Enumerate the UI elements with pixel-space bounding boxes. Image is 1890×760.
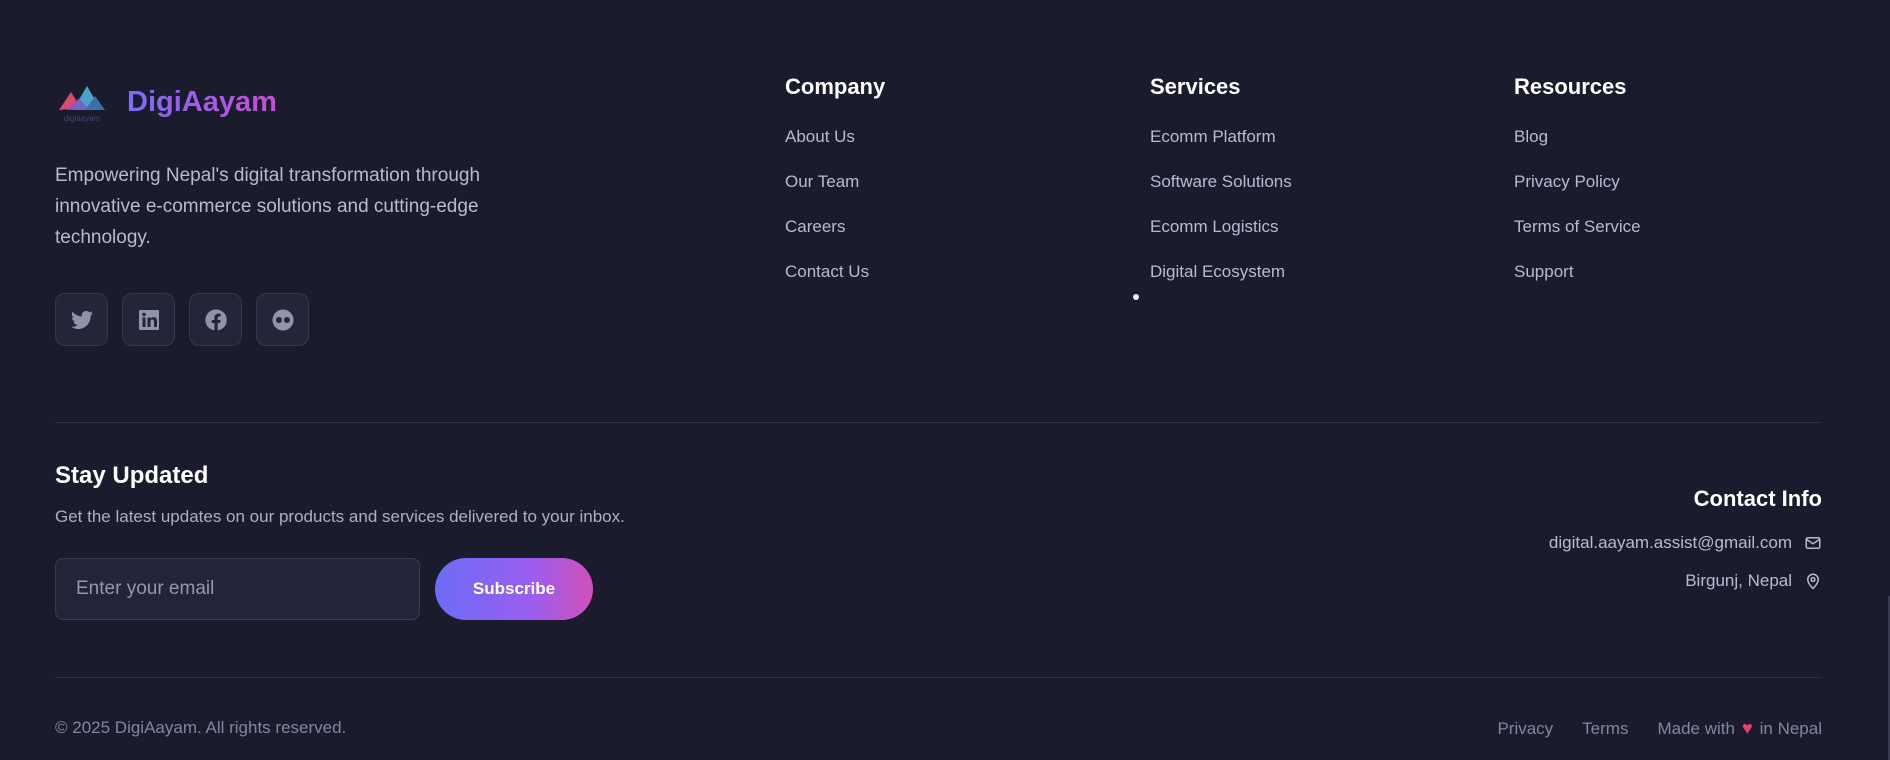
link-terms[interactable]: Terms	[1582, 719, 1628, 739]
facebook-icon	[204, 308, 227, 330]
facebook-link[interactable]	[189, 293, 242, 346]
cursor-dot	[1133, 294, 1139, 300]
link-ecomm-logistics[interactable]: Ecomm Logistics	[1150, 217, 1292, 262]
map-pin-icon	[1806, 573, 1820, 590]
email-input[interactable]	[55, 558, 420, 620]
company-heading: Company	[785, 74, 886, 99]
flickr-link[interactable]	[256, 293, 309, 346]
contact-email[interactable]: digital.aayam.assist@gmail.com	[1549, 533, 1792, 553]
site-footer: digiaayam DigiAayam Empowering Nepal's d…	[0, 0, 1890, 760]
services-heading: Services	[1150, 74, 1241, 99]
link-about-us[interactable]: About Us	[785, 127, 885, 172]
services-column: Services Ecomm Platform Software Solutio…	[1150, 74, 1292, 307]
twitter-link[interactable]	[55, 293, 108, 346]
twitter-icon	[70, 310, 93, 329]
logo-text: digiaayam	[64, 114, 101, 123]
brand-name[interactable]: DigiAayam	[127, 86, 277, 119]
link-digital-ecosystem[interactable]: Digital Ecosystem	[1150, 262, 1292, 307]
linkedin-link[interactable]	[122, 293, 175, 346]
contact-location: Birgunj, Nepal	[1685, 571, 1792, 590]
social-links	[55, 293, 309, 346]
copyright: © 2025 DigiAayam. All rights reserved.	[55, 718, 347, 737]
bottom-links: Privacy Terms Made with ♥ in Nepal	[1468, 718, 1822, 739]
link-ecomm-platform[interactable]: Ecomm Platform	[1150, 127, 1292, 172]
made-suffix: in Nepal	[1759, 718, 1822, 738]
made-prefix: Made with	[1657, 718, 1735, 738]
link-blog[interactable]: Blog	[1514, 127, 1641, 172]
link-terms-of-service[interactable]: Terms of Service	[1514, 217, 1641, 262]
link-careers[interactable]: Careers	[785, 217, 885, 262]
link-software-solutions[interactable]: Software Solutions	[1150, 172, 1292, 217]
linkedin-icon	[138, 309, 159, 330]
divider-bottom	[55, 677, 1822, 678]
brand[interactable]: digiaayam DigiAayam	[55, 78, 277, 126]
made-in-nepal: Made with ♥ in Nepal	[1657, 718, 1822, 739]
newsletter-description: Get the latest updates on our products a…	[55, 507, 625, 526]
link-support[interactable]: Support	[1514, 262, 1641, 307]
brand-logo: digiaayam	[59, 86, 105, 123]
newsletter-title: Stay Updated	[55, 462, 209, 489]
link-privacy[interactable]: Privacy	[1497, 719, 1553, 739]
divider-top	[55, 422, 1822, 423]
link-contact-us[interactable]: Contact Us	[785, 262, 885, 307]
link-privacy-policy[interactable]: Privacy Policy	[1514, 172, 1641, 217]
contact-location-row: Birgunj, Nepal	[1685, 571, 1822, 591]
contact-email-row[interactable]: digital.aayam.assist@gmail.com	[1549, 533, 1822, 553]
contact-title: Contact Info	[1693, 486, 1822, 511]
resources-column: Resources Blog Privacy Policy Terms of S…	[1514, 74, 1641, 307]
brand-tagline: Empowering Nepal's digital transformatio…	[55, 165, 481, 248]
flickr-icon	[271, 309, 293, 330]
resources-heading: Resources	[1514, 74, 1627, 99]
company-column: Company About Us Our Team Careers Contac…	[785, 74, 885, 307]
heart-icon: ♥	[1741, 718, 1753, 738]
link-our-team[interactable]: Our Team	[785, 172, 885, 217]
mail-icon	[1805, 537, 1821, 549]
subscribe-button[interactable]: Subscribe	[435, 558, 593, 620]
